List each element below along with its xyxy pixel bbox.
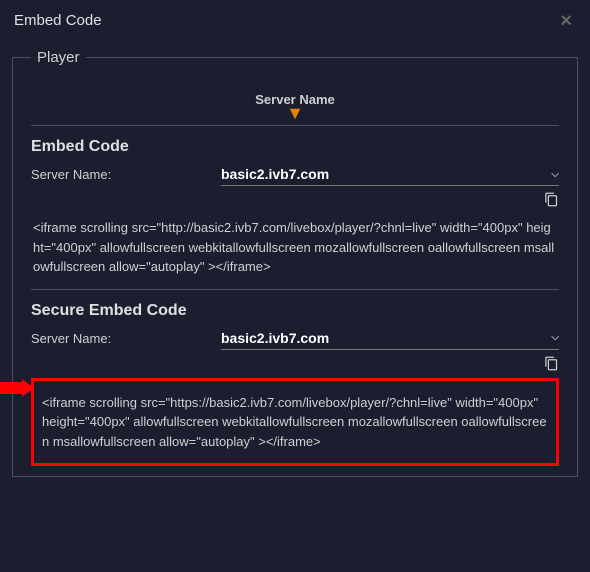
close-icon[interactable]: × (560, 10, 572, 33)
fieldset-legend: Player (31, 49, 86, 66)
server-name-select-2[interactable]: basic2.ivb7.com ⌵ (221, 330, 559, 350)
divider (31, 289, 559, 290)
server-name-row-1: Server Name: basic2.ivb7.com ⌵ (31, 166, 559, 186)
secure-embed-code-section-title: Secure Embed Code (31, 302, 559, 320)
server-name-label-2: Server Name: (31, 331, 221, 346)
server-name-select-1[interactable]: basic2.ivb7.com ⌵ (221, 166, 559, 186)
server-name-value-2: basic2.ivb7.com (221, 330, 329, 346)
chevron-down-icon: ⌵ (551, 332, 559, 343)
modal-title: Embed Code (10, 12, 580, 29)
server-name-value-1: basic2.ivb7.com (221, 166, 329, 182)
highlight-box: <iframe scrolling src="https://basic2.iv… (31, 378, 559, 467)
copy-row-1 (31, 192, 559, 210)
embed-code-modal: Embed Code × Player Server Name ▼ Embed … (0, 0, 590, 489)
annotation-arrow-icon (0, 379, 34, 397)
embed-code-text-2[interactable]: <iframe scrolling src="https://basic2.iv… (40, 389, 550, 456)
player-fieldset: Player Server Name ▼ Embed Code Server N… (12, 49, 578, 477)
server-name-label-1: Server Name: (31, 167, 221, 182)
chevron-down-icon: ⌵ (551, 169, 559, 180)
embed-code-text-1[interactable]: <iframe scrolling src="http://basic2.ivb… (31, 214, 559, 281)
embed-code-section-title: Embed Code (31, 138, 559, 156)
copy-icon[interactable] (544, 356, 559, 374)
copy-row-2 (31, 356, 559, 374)
server-name-row-2: Server Name: basic2.ivb7.com ⌵ (31, 330, 559, 350)
copy-icon[interactable] (544, 192, 559, 210)
caret-down-icon: ▼ (31, 109, 559, 117)
divider (31, 125, 559, 126)
